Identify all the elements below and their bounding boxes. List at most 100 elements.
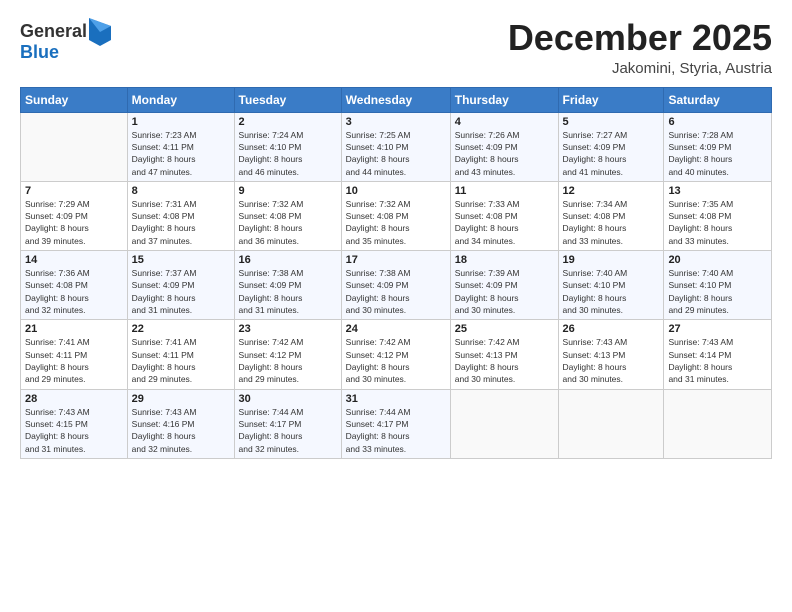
day-number: 20: [668, 254, 767, 266]
calendar-cell: 29Sunrise: 7:43 AMSunset: 4:16 PMDayligh…: [127, 389, 234, 458]
calendar-cell: [21, 112, 128, 181]
day-number: 24: [346, 323, 446, 335]
day-number: 17: [346, 254, 446, 266]
day-info: Sunrise: 7:42 AMSunset: 4:13 PMDaylight:…: [455, 336, 554, 385]
day-header-thursday: Thursday: [450, 87, 558, 112]
day-number: 28: [25, 393, 123, 405]
logo-general: General: [20, 21, 87, 43]
day-info: Sunrise: 7:36 AMSunset: 4:08 PMDaylight:…: [25, 267, 123, 316]
day-info: Sunrise: 7:25 AMSunset: 4:10 PMDaylight:…: [346, 129, 446, 178]
day-header-sunday: Sunday: [21, 87, 128, 112]
calendar-cell: 12Sunrise: 7:34 AMSunset: 4:08 PMDayligh…: [558, 181, 664, 250]
day-info: Sunrise: 7:44 AMSunset: 4:17 PMDaylight:…: [346, 406, 446, 455]
calendar-cell: 24Sunrise: 7:42 AMSunset: 4:12 PMDayligh…: [341, 320, 450, 389]
calendar-week-4: 21Sunrise: 7:41 AMSunset: 4:11 PMDayligh…: [21, 320, 772, 389]
day-info: Sunrise: 7:44 AMSunset: 4:17 PMDaylight:…: [239, 406, 337, 455]
calendar-cell: 25Sunrise: 7:42 AMSunset: 4:13 PMDayligh…: [450, 320, 558, 389]
calendar-week-5: 28Sunrise: 7:43 AMSunset: 4:15 PMDayligh…: [21, 389, 772, 458]
calendar-cell: [450, 389, 558, 458]
day-number: 5: [563, 116, 660, 128]
calendar-cell: 1Sunrise: 7:23 AMSunset: 4:11 PMDaylight…: [127, 112, 234, 181]
calendar-cell: 23Sunrise: 7:42 AMSunset: 4:12 PMDayligh…: [234, 320, 341, 389]
day-info: Sunrise: 7:27 AMSunset: 4:09 PMDaylight:…: [563, 129, 660, 178]
calendar-cell: 28Sunrise: 7:43 AMSunset: 4:15 PMDayligh…: [21, 389, 128, 458]
calendar-week-2: 7Sunrise: 7:29 AMSunset: 4:09 PMDaylight…: [21, 181, 772, 250]
calendar-week-3: 14Sunrise: 7:36 AMSunset: 4:08 PMDayligh…: [21, 251, 772, 320]
calendar-cell: 30Sunrise: 7:44 AMSunset: 4:17 PMDayligh…: [234, 389, 341, 458]
day-number: 6: [668, 116, 767, 128]
calendar-cell: 17Sunrise: 7:38 AMSunset: 4:09 PMDayligh…: [341, 251, 450, 320]
calendar-cell: 8Sunrise: 7:31 AMSunset: 4:08 PMDaylight…: [127, 181, 234, 250]
day-number: 18: [455, 254, 554, 266]
title-block: December 2025 Jakomini, Styria, Austria: [508, 18, 772, 77]
day-info: Sunrise: 7:41 AMSunset: 4:11 PMDaylight:…: [25, 336, 123, 385]
day-info: Sunrise: 7:43 AMSunset: 4:14 PMDaylight:…: [668, 336, 767, 385]
day-number: 26: [563, 323, 660, 335]
day-number: 3: [346, 116, 446, 128]
logo: General Blue: [20, 18, 111, 64]
day-number: 22: [132, 323, 230, 335]
calendar-cell: 20Sunrise: 7:40 AMSunset: 4:10 PMDayligh…: [664, 251, 772, 320]
location: Jakomini, Styria, Austria: [508, 60, 772, 77]
day-number: 4: [455, 116, 554, 128]
calendar-cell: 31Sunrise: 7:44 AMSunset: 4:17 PMDayligh…: [341, 389, 450, 458]
day-header-friday: Friday: [558, 87, 664, 112]
day-header-monday: Monday: [127, 87, 234, 112]
calendar-cell: 21Sunrise: 7:41 AMSunset: 4:11 PMDayligh…: [21, 320, 128, 389]
day-number: 2: [239, 116, 337, 128]
calendar-header-row: SundayMondayTuesdayWednesdayThursdayFrid…: [21, 87, 772, 112]
day-number: 8: [132, 185, 230, 197]
calendar-cell: 6Sunrise: 7:28 AMSunset: 4:09 PMDaylight…: [664, 112, 772, 181]
header: General Blue December 2025 Jakomini, Sty…: [20, 18, 772, 77]
day-info: Sunrise: 7:42 AMSunset: 4:12 PMDaylight:…: [346, 336, 446, 385]
day-number: 30: [239, 393, 337, 405]
calendar-cell: 18Sunrise: 7:39 AMSunset: 4:09 PMDayligh…: [450, 251, 558, 320]
day-info: Sunrise: 7:34 AMSunset: 4:08 PMDaylight:…: [563, 198, 660, 247]
day-info: Sunrise: 7:31 AMSunset: 4:08 PMDaylight:…: [132, 198, 230, 247]
day-header-saturday: Saturday: [664, 87, 772, 112]
calendar-cell: 15Sunrise: 7:37 AMSunset: 4:09 PMDayligh…: [127, 251, 234, 320]
calendar-cell: 5Sunrise: 7:27 AMSunset: 4:09 PMDaylight…: [558, 112, 664, 181]
day-info: Sunrise: 7:24 AMSunset: 4:10 PMDaylight:…: [239, 129, 337, 178]
calendar-cell: 11Sunrise: 7:33 AMSunset: 4:08 PMDayligh…: [450, 181, 558, 250]
calendar-cell: 4Sunrise: 7:26 AMSunset: 4:09 PMDaylight…: [450, 112, 558, 181]
day-header-tuesday: Tuesday: [234, 87, 341, 112]
day-info: Sunrise: 7:23 AMSunset: 4:11 PMDaylight:…: [132, 129, 230, 178]
day-number: 29: [132, 393, 230, 405]
calendar-cell: 19Sunrise: 7:40 AMSunset: 4:10 PMDayligh…: [558, 251, 664, 320]
day-info: Sunrise: 7:38 AMSunset: 4:09 PMDaylight:…: [239, 267, 337, 316]
day-number: 9: [239, 185, 337, 197]
day-info: Sunrise: 7:32 AMSunset: 4:08 PMDaylight:…: [239, 198, 337, 247]
calendar-cell: 27Sunrise: 7:43 AMSunset: 4:14 PMDayligh…: [664, 320, 772, 389]
logo-icon: [89, 18, 111, 46]
calendar-cell: 26Sunrise: 7:43 AMSunset: 4:13 PMDayligh…: [558, 320, 664, 389]
day-number: 7: [25, 185, 123, 197]
calendar-cell: 16Sunrise: 7:38 AMSunset: 4:09 PMDayligh…: [234, 251, 341, 320]
day-info: Sunrise: 7:38 AMSunset: 4:09 PMDaylight:…: [346, 267, 446, 316]
day-number: 14: [25, 254, 123, 266]
calendar: SundayMondayTuesdayWednesdayThursdayFrid…: [20, 87, 772, 459]
calendar-cell: [664, 389, 772, 458]
day-number: 11: [455, 185, 554, 197]
day-number: 31: [346, 393, 446, 405]
day-info: Sunrise: 7:43 AMSunset: 4:13 PMDaylight:…: [563, 336, 660, 385]
day-number: 19: [563, 254, 660, 266]
day-number: 16: [239, 254, 337, 266]
calendar-cell: [558, 389, 664, 458]
day-number: 25: [455, 323, 554, 335]
day-info: Sunrise: 7:39 AMSunset: 4:09 PMDaylight:…: [455, 267, 554, 316]
day-info: Sunrise: 7:42 AMSunset: 4:12 PMDaylight:…: [239, 336, 337, 385]
day-number: 13: [668, 185, 767, 197]
calendar-cell: 22Sunrise: 7:41 AMSunset: 4:11 PMDayligh…: [127, 320, 234, 389]
calendar-cell: 9Sunrise: 7:32 AMSunset: 4:08 PMDaylight…: [234, 181, 341, 250]
day-info: Sunrise: 7:33 AMSunset: 4:08 PMDaylight:…: [455, 198, 554, 247]
day-header-wednesday: Wednesday: [341, 87, 450, 112]
calendar-cell: 13Sunrise: 7:35 AMSunset: 4:08 PMDayligh…: [664, 181, 772, 250]
day-info: Sunrise: 7:37 AMSunset: 4:09 PMDaylight:…: [132, 267, 230, 316]
day-info: Sunrise: 7:28 AMSunset: 4:09 PMDaylight:…: [668, 129, 767, 178]
day-info: Sunrise: 7:43 AMSunset: 4:15 PMDaylight:…: [25, 406, 123, 455]
day-number: 21: [25, 323, 123, 335]
calendar-cell: 2Sunrise: 7:24 AMSunset: 4:10 PMDaylight…: [234, 112, 341, 181]
day-number: 1: [132, 116, 230, 128]
calendar-cell: 10Sunrise: 7:32 AMSunset: 4:08 PMDayligh…: [341, 181, 450, 250]
